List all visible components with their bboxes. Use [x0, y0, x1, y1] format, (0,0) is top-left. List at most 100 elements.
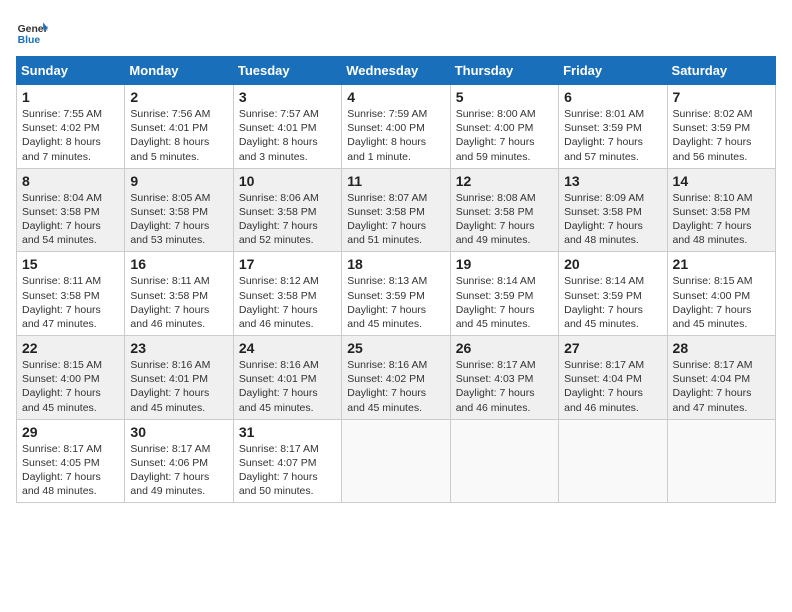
day-number: 8 [22, 173, 119, 189]
day-cell-14: 14 Sunrise: 8:10 AM Sunset: 3:58 PM Dayl… [667, 168, 775, 252]
day-number: 13 [564, 173, 661, 189]
day-cell-6: 6 Sunrise: 8:01 AM Sunset: 3:59 PM Dayli… [559, 85, 667, 169]
day-cell-10: 10 Sunrise: 8:06 AM Sunset: 3:58 PM Dayl… [233, 168, 341, 252]
week-row-4: 22 Sunrise: 8:15 AM Sunset: 4:00 PM Dayl… [17, 336, 776, 420]
weekday-friday: Friday [559, 57, 667, 85]
day-info: Sunrise: 8:17 AM Sunset: 4:03 PM Dayligh… [456, 358, 553, 415]
day-cell-4: 4 Sunrise: 7:59 AM Sunset: 4:00 PM Dayli… [342, 85, 450, 169]
logo-icon: General Blue [16, 16, 48, 48]
day-info: Sunrise: 8:13 AM Sunset: 3:59 PM Dayligh… [347, 274, 444, 331]
day-info: Sunrise: 8:17 AM Sunset: 4:04 PM Dayligh… [564, 358, 661, 415]
day-number: 12 [456, 173, 553, 189]
day-number: 23 [130, 340, 227, 356]
day-cell-27: 27 Sunrise: 8:17 AM Sunset: 4:04 PM Dayl… [559, 336, 667, 420]
day-number: 27 [564, 340, 661, 356]
calendar-body: 1 Sunrise: 7:55 AM Sunset: 4:02 PM Dayli… [17, 85, 776, 503]
day-number: 31 [239, 424, 336, 440]
day-number: 4 [347, 89, 444, 105]
day-info: Sunrise: 8:00 AM Sunset: 4:00 PM Dayligh… [456, 107, 553, 164]
day-cell-19: 19 Sunrise: 8:14 AM Sunset: 3:59 PM Dayl… [450, 252, 558, 336]
day-info: Sunrise: 8:14 AM Sunset: 3:59 PM Dayligh… [564, 274, 661, 331]
day-info: Sunrise: 8:16 AM Sunset: 4:01 PM Dayligh… [239, 358, 336, 415]
day-info: Sunrise: 8:12 AM Sunset: 3:58 PM Dayligh… [239, 274, 336, 331]
day-cell-29: 29 Sunrise: 8:17 AM Sunset: 4:05 PM Dayl… [17, 419, 125, 503]
day-info: Sunrise: 7:57 AM Sunset: 4:01 PM Dayligh… [239, 107, 336, 164]
week-row-5: 29 Sunrise: 8:17 AM Sunset: 4:05 PM Dayl… [17, 419, 776, 503]
day-cell-8: 8 Sunrise: 8:04 AM Sunset: 3:58 PM Dayli… [17, 168, 125, 252]
day-info: Sunrise: 8:16 AM Sunset: 4:01 PM Dayligh… [130, 358, 227, 415]
calendar-table: SundayMondayTuesdayWednesdayThursdayFrid… [16, 56, 776, 503]
day-number: 15 [22, 256, 119, 272]
week-row-3: 15 Sunrise: 8:11 AM Sunset: 3:58 PM Dayl… [17, 252, 776, 336]
day-cell-24: 24 Sunrise: 8:16 AM Sunset: 4:01 PM Dayl… [233, 336, 341, 420]
day-number: 19 [456, 256, 553, 272]
weekday-saturday: Saturday [667, 57, 775, 85]
day-cell-28: 28 Sunrise: 8:17 AM Sunset: 4:04 PM Dayl… [667, 336, 775, 420]
weekday-thursday: Thursday [450, 57, 558, 85]
day-cell-3: 3 Sunrise: 7:57 AM Sunset: 4:01 PM Dayli… [233, 85, 341, 169]
day-info: Sunrise: 8:15 AM Sunset: 4:00 PM Dayligh… [22, 358, 119, 415]
day-cell-11: 11 Sunrise: 8:07 AM Sunset: 3:58 PM Dayl… [342, 168, 450, 252]
weekday-monday: Monday [125, 57, 233, 85]
day-cell-31: 31 Sunrise: 8:17 AM Sunset: 4:07 PM Dayl… [233, 419, 341, 503]
day-cell-1: 1 Sunrise: 7:55 AM Sunset: 4:02 PM Dayli… [17, 85, 125, 169]
day-number: 3 [239, 89, 336, 105]
day-number: 26 [456, 340, 553, 356]
day-number: 20 [564, 256, 661, 272]
day-info: Sunrise: 8:02 AM Sunset: 3:59 PM Dayligh… [673, 107, 770, 164]
day-number: 22 [22, 340, 119, 356]
day-number: 6 [564, 89, 661, 105]
day-info: Sunrise: 8:16 AM Sunset: 4:02 PM Dayligh… [347, 358, 444, 415]
page-header: General Blue [16, 16, 776, 48]
day-cell-25: 25 Sunrise: 8:16 AM Sunset: 4:02 PM Dayl… [342, 336, 450, 420]
day-number: 16 [130, 256, 227, 272]
day-cell-20: 20 Sunrise: 8:14 AM Sunset: 3:59 PM Dayl… [559, 252, 667, 336]
day-cell-18: 18 Sunrise: 8:13 AM Sunset: 3:59 PM Dayl… [342, 252, 450, 336]
day-number: 18 [347, 256, 444, 272]
day-cell-9: 9 Sunrise: 8:05 AM Sunset: 3:58 PM Dayli… [125, 168, 233, 252]
day-info: Sunrise: 8:01 AM Sunset: 3:59 PM Dayligh… [564, 107, 661, 164]
day-info: Sunrise: 8:04 AM Sunset: 3:58 PM Dayligh… [22, 191, 119, 248]
day-info: Sunrise: 8:15 AM Sunset: 4:00 PM Dayligh… [673, 274, 770, 331]
day-cell-21: 21 Sunrise: 8:15 AM Sunset: 4:00 PM Dayl… [667, 252, 775, 336]
week-row-2: 8 Sunrise: 8:04 AM Sunset: 3:58 PM Dayli… [17, 168, 776, 252]
day-cell-2: 2 Sunrise: 7:56 AM Sunset: 4:01 PM Dayli… [125, 85, 233, 169]
day-cell-17: 17 Sunrise: 8:12 AM Sunset: 3:58 PM Dayl… [233, 252, 341, 336]
day-number: 29 [22, 424, 119, 440]
day-number: 9 [130, 173, 227, 189]
day-number: 24 [239, 340, 336, 356]
day-cell-15: 15 Sunrise: 8:11 AM Sunset: 3:58 PM Dayl… [17, 252, 125, 336]
day-number: 11 [347, 173, 444, 189]
day-number: 7 [673, 89, 770, 105]
day-info: Sunrise: 8:05 AM Sunset: 3:58 PM Dayligh… [130, 191, 227, 248]
day-info: Sunrise: 7:55 AM Sunset: 4:02 PM Dayligh… [22, 107, 119, 164]
empty-cell [667, 419, 775, 503]
day-number: 10 [239, 173, 336, 189]
day-info: Sunrise: 7:56 AM Sunset: 4:01 PM Dayligh… [130, 107, 227, 164]
weekday-tuesday: Tuesday [233, 57, 341, 85]
day-cell-12: 12 Sunrise: 8:08 AM Sunset: 3:58 PM Dayl… [450, 168, 558, 252]
empty-cell [559, 419, 667, 503]
day-info: Sunrise: 8:07 AM Sunset: 3:58 PM Dayligh… [347, 191, 444, 248]
weekday-header-row: SundayMondayTuesdayWednesdayThursdayFrid… [17, 57, 776, 85]
day-cell-22: 22 Sunrise: 8:15 AM Sunset: 4:00 PM Dayl… [17, 336, 125, 420]
day-info: Sunrise: 8:09 AM Sunset: 3:58 PM Dayligh… [564, 191, 661, 248]
day-cell-5: 5 Sunrise: 8:00 AM Sunset: 4:00 PM Dayli… [450, 85, 558, 169]
day-number: 17 [239, 256, 336, 272]
day-info: Sunrise: 8:17 AM Sunset: 4:04 PM Dayligh… [673, 358, 770, 415]
day-number: 5 [456, 89, 553, 105]
day-info: Sunrise: 8:14 AM Sunset: 3:59 PM Dayligh… [456, 274, 553, 331]
day-info: Sunrise: 7:59 AM Sunset: 4:00 PM Dayligh… [347, 107, 444, 164]
empty-cell [450, 419, 558, 503]
day-number: 28 [673, 340, 770, 356]
day-cell-13: 13 Sunrise: 8:09 AM Sunset: 3:58 PM Dayl… [559, 168, 667, 252]
day-cell-16: 16 Sunrise: 8:11 AM Sunset: 3:58 PM Dayl… [125, 252, 233, 336]
day-info: Sunrise: 8:17 AM Sunset: 4:06 PM Dayligh… [130, 442, 227, 499]
day-number: 30 [130, 424, 227, 440]
day-number: 21 [673, 256, 770, 272]
day-number: 25 [347, 340, 444, 356]
day-cell-26: 26 Sunrise: 8:17 AM Sunset: 4:03 PM Dayl… [450, 336, 558, 420]
weekday-sunday: Sunday [17, 57, 125, 85]
day-cell-30: 30 Sunrise: 8:17 AM Sunset: 4:06 PM Dayl… [125, 419, 233, 503]
day-number: 14 [673, 173, 770, 189]
